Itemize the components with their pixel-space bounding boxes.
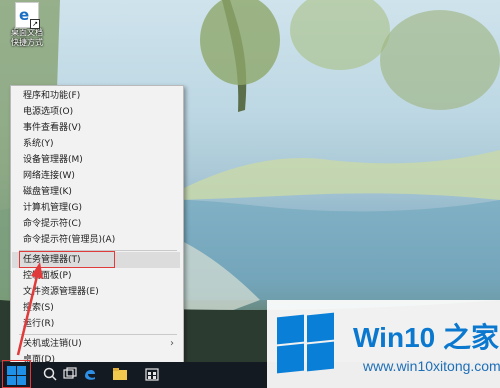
shortcut-arrow-icon: ↗	[30, 19, 40, 29]
winx-context-menu: 程序和功能(F) 电源选项(O) 事件查看器(V) 系统(Y) 设备管理器(M)…	[10, 85, 184, 373]
desktop-shortcut-label-2: 快捷方式	[11, 38, 43, 47]
menu-item-programs-features[interactable]: 程序和功能(F)	[12, 88, 180, 104]
menu-item-network[interactable]: 网络连接(W)	[12, 168, 180, 184]
win10-logo-watermark: Win10 之家 www.win10xitong.com	[267, 300, 500, 388]
menu-item-shutdown-signout[interactable]: 关机或注销(U) ›	[12, 336, 180, 352]
menu-item-power-options[interactable]: 电源选项(O)	[12, 104, 180, 120]
menu-item-event-viewer[interactable]: 事件查看器(V)	[12, 120, 180, 136]
menu-item-system[interactable]: 系统(Y)	[12, 136, 180, 152]
menu-item-command-prompt[interactable]: 命令提示符(C)	[12, 216, 180, 232]
store-icon[interactable]	[144, 366, 160, 382]
search-icon[interactable]	[42, 366, 58, 382]
desktop-shortcut[interactable]: e ↗ 桌面文档 快捷方式	[4, 0, 50, 50]
menu-separator	[19, 334, 177, 335]
menu-item-file-explorer[interactable]: 文件资源管理器(E)	[12, 284, 180, 300]
logo-title: Win10 之家	[353, 322, 499, 353]
highlight-box-start	[2, 360, 31, 388]
task-view-icon[interactable]	[62, 366, 78, 382]
menu-item-computer-management[interactable]: 计算机管理(G)	[12, 200, 180, 216]
menu-item-shutdown-label: 关机或注销(U)	[23, 339, 82, 349]
menu-item-run[interactable]: 运行(R)	[12, 316, 180, 332]
menu-item-search[interactable]: 搜索(S)	[12, 300, 180, 316]
chevron-right-icon: ›	[170, 338, 174, 349]
desktop-shortcut-label-1: 桌面文档	[11, 28, 43, 37]
menu-item-disk-management[interactable]: 磁盘管理(K)	[12, 184, 180, 200]
menu-item-control-panel[interactable]: 控制面板(P)	[12, 268, 180, 284]
highlight-box-task-manager	[19, 251, 115, 268]
edge-browser-icon[interactable]	[82, 366, 98, 382]
menu-item-device-manager[interactable]: 设备管理器(M)	[12, 152, 180, 168]
windows-logo-icon	[277, 312, 337, 374]
menu-item-command-prompt-admin[interactable]: 命令提示符(管理员)(A)	[12, 232, 180, 248]
document-icon: e ↗	[15, 2, 40, 29]
logo-url: www.win10xitong.com	[363, 358, 500, 374]
file-explorer-icon[interactable]	[112, 366, 128, 382]
